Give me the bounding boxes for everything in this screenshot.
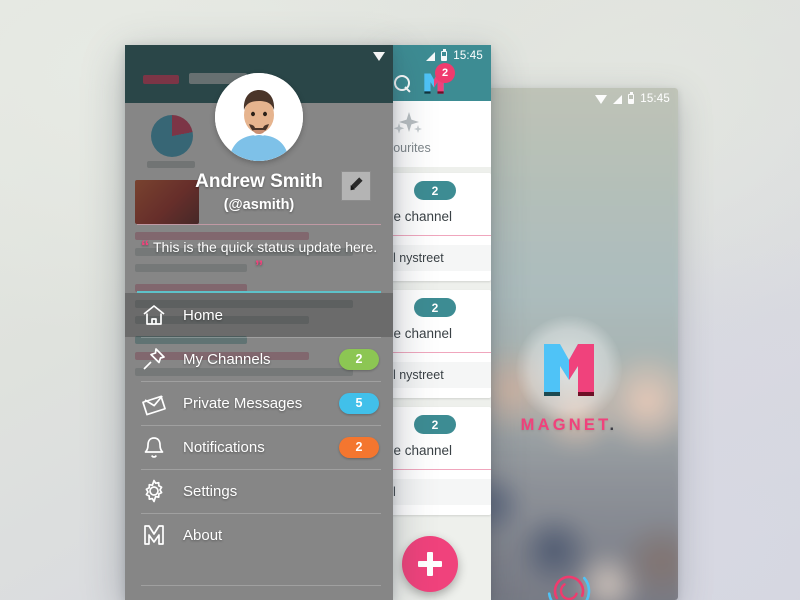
app-bar: 15:45 2 [386, 45, 491, 101]
sidebar-item-private-messages[interactable]: Private Messages 5 [125, 381, 393, 425]
battery-icon [441, 49, 448, 61]
status-bar-time: 15:45 [640, 93, 670, 105]
sidebar-item-label: Notifications [183, 438, 265, 456]
gear-icon [141, 478, 167, 504]
sidebar-badge: 2 [339, 348, 379, 370]
magnet-m-icon [540, 340, 598, 402]
sidebar-item-label: About [183, 526, 223, 544]
channel-card-list[interactable]: 2 he channel el nystreet 2 he channel el… [386, 167, 491, 600]
avatar[interactable] [215, 73, 303, 161]
magnet-m-icon[interactable]: 2 [421, 63, 455, 96]
sidebar-item-label: My Channels [183, 350, 271, 368]
brand-wordmark: MAGNET. [521, 416, 618, 435]
splash-logo-block: MAGNET. [510, 316, 628, 435]
channel-title: he channel [386, 209, 453, 224]
sidebar-item-settings[interactable]: Settings [125, 469, 393, 513]
magnet-m-icon [141, 522, 167, 548]
wifi-icon [595, 94, 608, 104]
drawer-bottom-divider [141, 585, 381, 586]
battery-icon [628, 92, 635, 104]
header-divider [137, 224, 381, 225]
signal-icon [613, 94, 623, 104]
channel-subtitle: el [386, 479, 491, 505]
add-channel-fab[interactable] [402, 536, 458, 592]
bell-icon [141, 434, 167, 460]
sidebar-item-about[interactable]: About [125, 513, 393, 557]
brand-text: MAGNET [520, 416, 610, 434]
sidebar-item-notifications[interactable]: Notifications 2 [125, 425, 393, 469]
signal-icon [426, 51, 436, 61]
wifi-icon [373, 51, 385, 61]
unread-count-pill: 2 [414, 415, 456, 434]
scene: 15:45 MAGNET. 15:45 2 ourites 2 he chann… [0, 0, 800, 600]
channel-title: he channel [386, 326, 453, 341]
envelope-icon [141, 390, 167, 416]
search-icon[interactable] [394, 75, 412, 93]
sidebar-item-label: Private Messages [183, 394, 303, 412]
splash-phone: 15:45 MAGNET. [460, 88, 678, 600]
sidebar-badge: 5 [339, 392, 379, 414]
unread-count-pill: 2 [414, 181, 456, 200]
profile-status: “ This is the quick status update here. … [139, 237, 379, 277]
channel-list-phone: 15:45 2 ourites 2 he channel el nystreet… [386, 45, 491, 600]
sidebar-item-my-channels[interactable]: My Channels 2 [125, 337, 393, 381]
channel-subtitle: el nystreet [386, 362, 491, 388]
sidebar-item-label: Settings [183, 482, 238, 500]
status-bar-left [125, 45, 393, 67]
unread-count-pill: 2 [414, 298, 456, 317]
status-bar-right: 15:45 [460, 88, 678, 110]
channel-title: he channel [386, 443, 453, 458]
app-bar-actions: 2 [386, 63, 491, 101]
favourites-strip[interactable]: avourites [386, 101, 491, 167]
sidebar-badge: 2 [339, 436, 379, 458]
card-divider [386, 235, 491, 236]
navigation-drawer: Andrew Smith (@asmith) “ This is the qui… [125, 45, 393, 600]
profile-status-text: This is the quick status update here. [153, 239, 378, 255]
splash-screen: 15:45 MAGNET. [460, 88, 678, 600]
pencil-icon [348, 176, 364, 197]
channel-card[interactable]: 2 he channel el nystreet [386, 290, 491, 398]
channel-subtitle: el nystreet [386, 245, 491, 271]
edit-profile-button[interactable] [341, 171, 371, 201]
quote-open-icon: “ [140, 237, 150, 256]
sidebar-item-home[interactable]: Home [125, 293, 393, 337]
drawer-phone: Andrew Smith (@asmith) “ This is the qui… [125, 45, 393, 600]
channel-card[interactable]: 2 he channel el nystreet [386, 173, 491, 281]
channel-card[interactable]: 2 he channel el [386, 407, 491, 515]
card-divider [386, 352, 491, 353]
notification-badge: 2 [435, 63, 455, 83]
sparkle-icon [392, 111, 426, 137]
drawer-header: Andrew Smith (@asmith) “ This is the qui… [125, 45, 393, 293]
loading-spinner [546, 568, 592, 600]
status-bar-time: 15:45 [453, 50, 483, 62]
quote-close-icon: ” [254, 257, 264, 276]
sidebar-item-label: Home [183, 306, 224, 324]
brand-dot: . [609, 416, 618, 434]
card-divider [386, 469, 491, 470]
pin-icon [141, 346, 167, 372]
home-icon [141, 302, 167, 328]
